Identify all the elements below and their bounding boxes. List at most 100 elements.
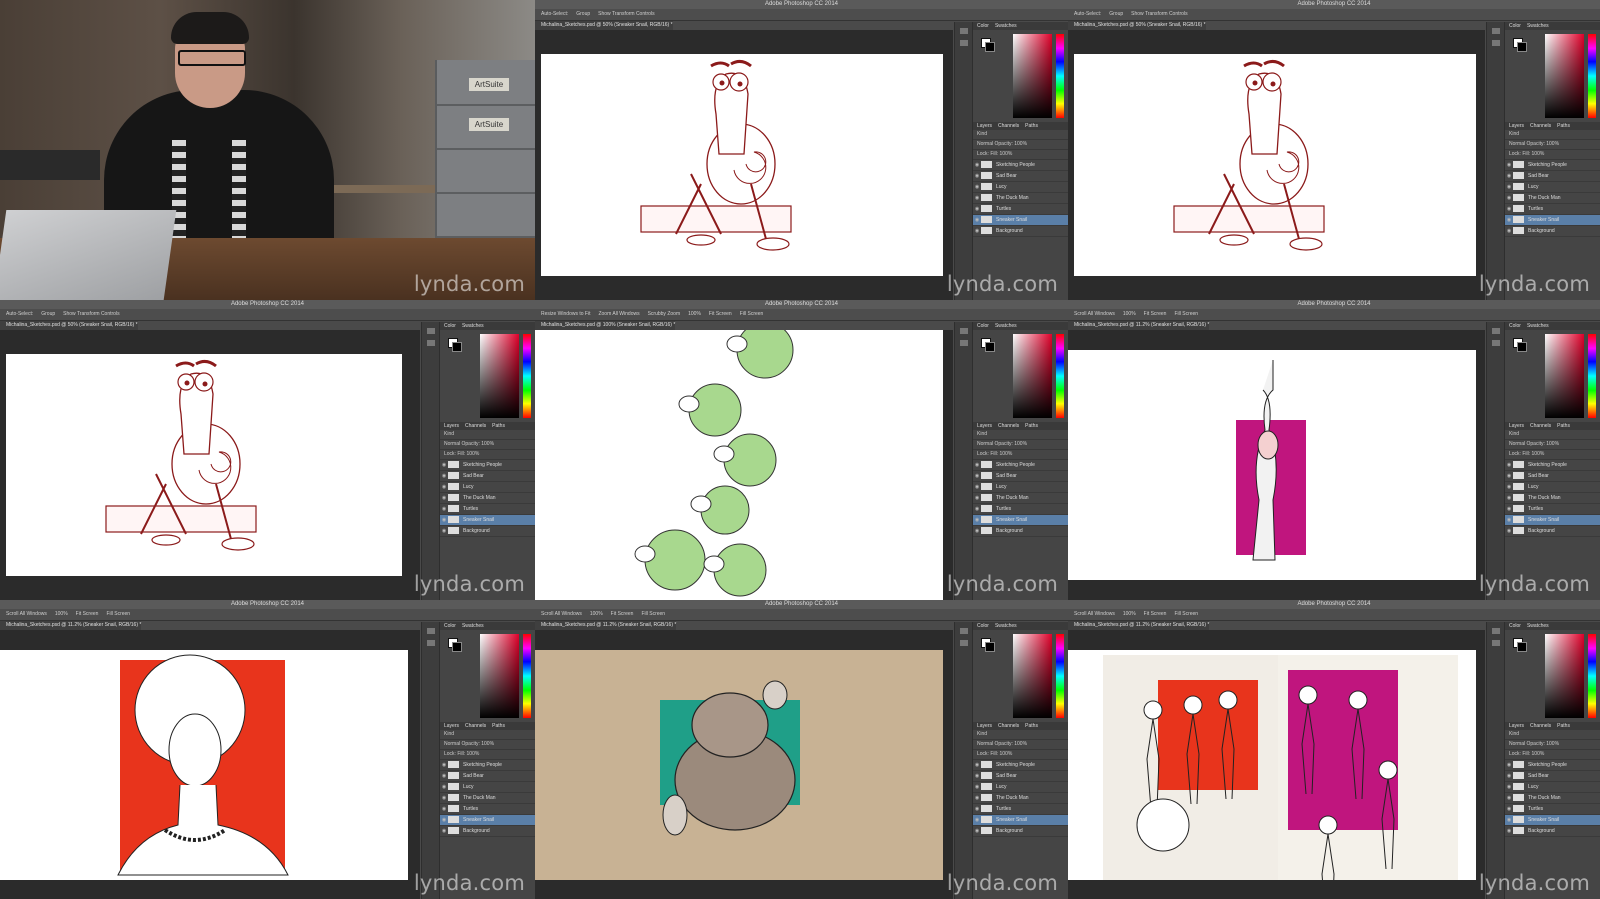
panel-tab[interactable]: Channels xyxy=(998,723,1019,729)
panel-dock-icons[interactable] xyxy=(954,622,973,899)
panel-tab[interactable]: Channels xyxy=(1530,723,1551,729)
layers-list[interactable]: ◉ Sketching People ◉ Sad Bear ◉ Lucy ◉ The Duck… xyxy=(973,160,1068,237)
visibility-eye-icon[interactable]: ◉ xyxy=(1505,460,1513,470)
canvas-area[interactable] xyxy=(0,630,420,899)
layer-row[interactable]: ◉ Lucy xyxy=(1505,482,1600,493)
layers-list[interactable]: ◉ Sketching People ◉ Sad Bear ◉ Lucy ◉ The Duck… xyxy=(440,460,535,537)
option-item[interactable]: Fit Screen xyxy=(1144,611,1167,617)
color-panel-tabs[interactable]: Color Swatches xyxy=(440,622,535,630)
visibility-eye-icon[interactable]: ◉ xyxy=(1505,760,1513,770)
layer-row[interactable]: ◉ Background xyxy=(440,526,535,537)
color-picker[interactable] xyxy=(981,634,1064,718)
option-item[interactable]: 100% xyxy=(1123,311,1136,317)
lock-fill[interactable]: Lock: Fill: 100% xyxy=(973,750,1068,760)
visibility-eye-icon[interactable]: ◉ xyxy=(440,526,448,536)
color-panel-tabs[interactable]: Color Swatches xyxy=(1505,622,1600,630)
panel-tab[interactable]: Color xyxy=(977,623,989,629)
panel-tab[interactable]: Channels xyxy=(1530,423,1551,429)
background-color-swatch[interactable] xyxy=(1517,42,1527,52)
visibility-eye-icon[interactable]: ◉ xyxy=(1505,804,1513,814)
hue-slider[interactable] xyxy=(1056,634,1064,718)
layer-row[interactable]: ◉ Sketching People xyxy=(440,760,535,771)
visibility-eye-icon[interactable]: ◉ xyxy=(973,804,981,814)
visibility-eye-icon[interactable]: ◉ xyxy=(973,760,981,770)
layer-row[interactable]: ◉ Turtles xyxy=(973,204,1068,215)
document-canvas[interactable] xyxy=(6,354,402,576)
layer-row[interactable]: ◉ Sketching People xyxy=(1505,160,1600,171)
layer-filter[interactable]: Kind xyxy=(973,430,1068,440)
properties-icon[interactable] xyxy=(1492,340,1500,346)
document-tab[interactable]: Michalina_Sketches.psd @ 50% (Sneaker Sn… xyxy=(535,21,673,30)
layer-row[interactable]: ◉ Sad Bear xyxy=(973,171,1068,182)
document-canvas[interactable] xyxy=(535,650,943,880)
panel-tab[interactable]: Channels xyxy=(998,423,1019,429)
visibility-eye-icon[interactable]: ◉ xyxy=(1505,171,1513,181)
hue-slider[interactable] xyxy=(523,634,531,718)
color-field[interactable] xyxy=(1545,34,1584,118)
panel-tab[interactable]: Swatches xyxy=(1527,623,1549,629)
layer-row[interactable]: ◉ Background xyxy=(440,826,535,837)
color-field[interactable] xyxy=(1013,634,1052,718)
document-tab[interactable]: Michalina_Sketches.psd @ 11.2% (Sneaker … xyxy=(1068,621,1210,630)
color-panel-tabs[interactable]: Color Swatches xyxy=(1505,322,1600,330)
layers-panel-tabs[interactable]: Layers Channels Paths xyxy=(973,722,1068,730)
history-icon[interactable] xyxy=(960,628,968,634)
option-item[interactable]: 100% xyxy=(1123,611,1136,617)
panel-tab[interactable]: Channels xyxy=(465,423,486,429)
options-bar[interactable]: Auto-Select: Group Show Transform Controls xyxy=(535,9,1068,21)
background-color-swatch[interactable] xyxy=(452,642,462,652)
option-item[interactable]: Zoom All Windows xyxy=(598,311,639,317)
visibility-eye-icon[interactable]: ◉ xyxy=(1505,515,1513,525)
panel-tab[interactable]: Color xyxy=(444,323,456,329)
document-canvas[interactable] xyxy=(0,650,408,880)
blend-opacity[interactable]: Normal Opacity: 100% xyxy=(440,740,535,750)
layer-row[interactable]: ◉ Sad Bear xyxy=(1505,171,1600,182)
panel-tab[interactable]: Color xyxy=(444,623,456,629)
panel-dock-icons[interactable] xyxy=(421,622,440,899)
color-picker[interactable] xyxy=(1513,34,1596,118)
visibility-eye-icon[interactable]: ◉ xyxy=(973,160,981,170)
visibility-eye-icon[interactable]: ◉ xyxy=(1505,526,1513,536)
option-item[interactable]: Fill Screen xyxy=(641,611,665,617)
visibility-eye-icon[interactable]: ◉ xyxy=(1505,771,1513,781)
right-panels[interactable]: Color Swatches Layers Channels Paths Kind N… xyxy=(1504,322,1600,600)
panel-tab[interactable]: Color xyxy=(1509,23,1521,29)
panel-tab[interactable]: Channels xyxy=(998,123,1019,129)
layer-row[interactable]: ◉ Turtles xyxy=(973,804,1068,815)
layer-row[interactable]: ◉ Background xyxy=(1505,226,1600,237)
layer-row[interactable]: ◉ Lucy xyxy=(440,482,535,493)
right-panels[interactable]: Color Swatches Layers Channels Paths Kind N… xyxy=(972,622,1068,899)
panel-dock-icons[interactable] xyxy=(1486,322,1505,600)
visibility-eye-icon[interactable]: ◉ xyxy=(973,493,981,503)
hue-slider[interactable] xyxy=(523,334,531,418)
blend-opacity[interactable]: Normal Opacity: 100% xyxy=(440,440,535,450)
layer-row[interactable]: ◉ Sketching People xyxy=(440,460,535,471)
panel-tab[interactable]: Swatches xyxy=(1527,323,1549,329)
visibility-eye-icon[interactable]: ◉ xyxy=(1505,793,1513,803)
layer-row[interactable]: ◉ Lucy xyxy=(973,182,1068,193)
document-canvas[interactable] xyxy=(1074,54,1476,276)
canvas-area[interactable] xyxy=(1068,30,1485,300)
panel-tab[interactable]: Layers xyxy=(1509,123,1524,129)
layer-row[interactable]: ◉ Background xyxy=(973,526,1068,537)
layer-row[interactable]: ◉ Sketching People xyxy=(1505,460,1600,471)
document-tab[interactable]: Michalina_Sketches.psd @ 50% (Sneaker Sn… xyxy=(0,321,138,330)
layer-row[interactable]: ◉ Sneaker Snail xyxy=(973,515,1068,526)
color-panel-tabs[interactable]: Color Swatches xyxy=(973,622,1068,630)
layers-panel-tabs[interactable]: Layers Channels Paths xyxy=(973,122,1068,130)
hue-slider[interactable] xyxy=(1056,34,1064,118)
background-color-swatch[interactable] xyxy=(985,42,995,52)
document-canvas[interactable] xyxy=(535,330,943,600)
visibility-eye-icon[interactable]: ◉ xyxy=(973,793,981,803)
layer-row[interactable]: ◉ Sneaker Snail xyxy=(440,515,535,526)
panel-tab[interactable]: Swatches xyxy=(462,623,484,629)
layer-row[interactable]: ◉ The Duck Man xyxy=(1505,793,1600,804)
option-item[interactable]: Fill Screen xyxy=(740,311,764,317)
option-item[interactable]: Fit Screen xyxy=(76,611,99,617)
visibility-eye-icon[interactable]: ◉ xyxy=(440,493,448,503)
panel-tab[interactable]: Layers xyxy=(444,723,459,729)
layer-row[interactable]: ◉ Background xyxy=(1505,526,1600,537)
option-item[interactable]: Group xyxy=(1109,11,1123,17)
layer-row[interactable]: ◉ Sneaker Snail xyxy=(973,815,1068,826)
visibility-eye-icon[interactable]: ◉ xyxy=(973,526,981,536)
